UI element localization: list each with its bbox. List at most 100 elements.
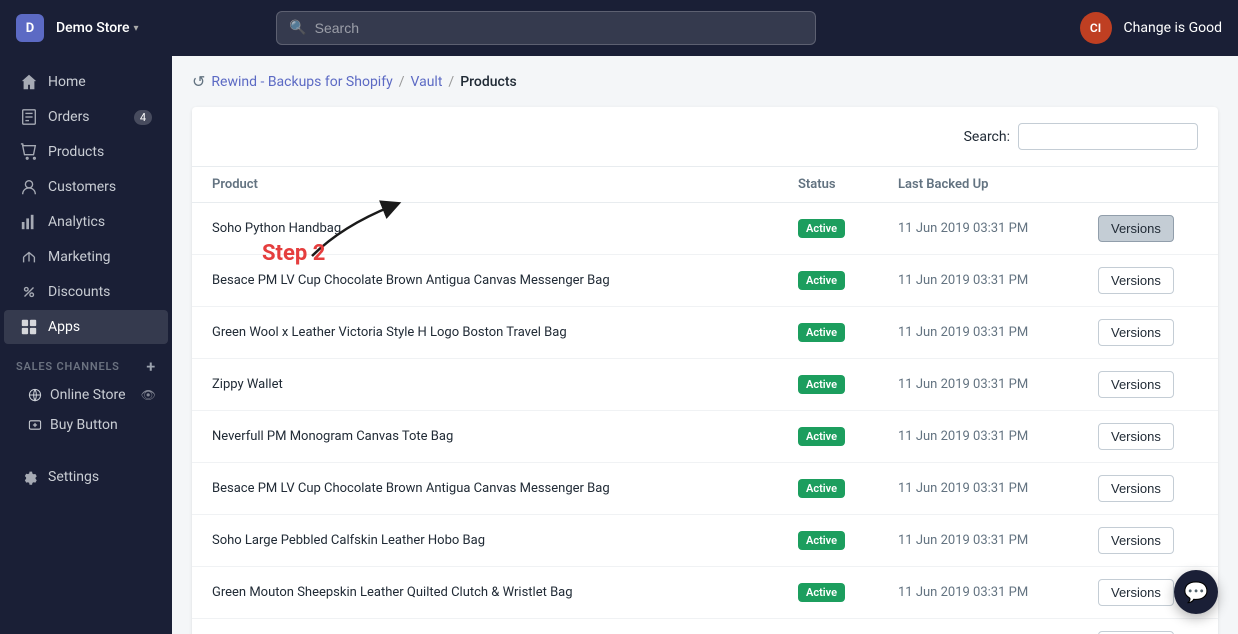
chat-bubble[interactable]: 💬 — [1174, 570, 1218, 614]
sidebar-item-label-orders: Orders — [48, 109, 90, 125]
store-name-button[interactable]: Demo Store ▾ — [56, 20, 139, 36]
sidebar-item-label-analytics: Analytics — [48, 214, 105, 230]
store-chevron-icon: ▾ — [134, 23, 139, 34]
versions-button[interactable]: Versions — [1098, 527, 1174, 554]
sidebar-item-label-products: Products — [48, 144, 104, 160]
status-cell: Active — [798, 427, 898, 446]
add-sales-channel-icon[interactable]: + — [146, 357, 156, 376]
search-input[interactable] — [315, 20, 804, 36]
breadcrumb: ↺ Rewind - Backups for Shopify / Vault /… — [172, 56, 1238, 107]
status-badge: Active — [798, 531, 845, 550]
nav-right: CI Change is Good — [1080, 12, 1222, 44]
versions-button[interactable]: Versions — [1098, 579, 1174, 606]
buy-button-icon — [28, 418, 42, 432]
col-actions — [1098, 177, 1198, 192]
versions-cell: Versions — [1098, 215, 1198, 242]
content-area: Step 2 ↺ Rewind - Backups for Shopify / … — [172, 56, 1238, 634]
status-badge: Active — [798, 271, 845, 290]
versions-button[interactable]: Versions — [1098, 267, 1174, 294]
sidebar-item-orders[interactable]: Orders 4 — [4, 100, 168, 134]
versions-cell: Versions — [1098, 423, 1198, 450]
marketing-icon — [20, 248, 38, 266]
sidebar-item-marketing[interactable]: Marketing — [4, 240, 168, 274]
eye-icon[interactable]: 👁 — [141, 388, 156, 402]
versions-cell: Versions — [1098, 527, 1198, 554]
apps-icon — [20, 318, 38, 336]
table-row: Green Wool x Leather Victoria Style H Lo… — [192, 307, 1218, 359]
sidebar-item-apps[interactable]: Apps — [4, 310, 168, 344]
sidebar-item-online-store[interactable]: Online Store 👁 — [0, 380, 172, 410]
versions-button[interactable]: Versions — [1098, 319, 1174, 346]
global-search-bar[interactable]: 🔍 — [276, 11, 816, 45]
table-row: Green Mouton Sheepskin Leather Quilted C… — [192, 567, 1218, 619]
date-cell: 11 Jun 2019 03:31 PM — [898, 221, 1098, 236]
versions-button[interactable]: Versions — [1098, 423, 1174, 450]
status-cell: Active — [798, 531, 898, 550]
table-body: Soho Python Handbag Active 11 Jun 2019 0… — [192, 203, 1218, 634]
versions-button[interactable]: Versions — [1098, 475, 1174, 502]
home-icon — [20, 73, 38, 91]
sidebar-item-home[interactable]: Home — [4, 65, 168, 99]
versions-button[interactable]: Versions — [1098, 215, 1174, 242]
sidebar-item-discounts[interactable]: Discounts — [4, 275, 168, 309]
status-cell: Active — [798, 583, 898, 602]
card-toolbar: Search: — [192, 107, 1218, 167]
analytics-icon — [20, 213, 38, 231]
products-card: Search: Product Status Last Backed Up So… — [192, 107, 1218, 634]
breadcrumb-current: Products — [460, 74, 517, 90]
status-badge: Active — [798, 323, 845, 342]
date-cell: 11 Jun 2019 03:31 PM — [898, 585, 1098, 600]
col-product: Product — [212, 177, 798, 192]
col-status: Status — [798, 177, 898, 192]
date-cell: 11 Jun 2019 03:31 PM — [898, 273, 1098, 288]
status-badge: Active — [798, 479, 845, 498]
products-icon — [20, 143, 38, 161]
sidebar-item-label-customers: Customers — [48, 179, 116, 195]
product-name: Besace PM LV Cup Chocolate Brown Antigua… — [212, 481, 798, 496]
status-badge: Active — [798, 427, 845, 446]
table-row: Soho Large Pebbled Calfskin Leather Hobo… — [192, 515, 1218, 567]
sidebar-item-settings[interactable]: Settings — [4, 460, 168, 494]
product-name: Besace PM LV Cup Chocolate Brown Antigua… — [212, 273, 798, 288]
status-cell: Active — [798, 479, 898, 498]
sidebar-item-analytics[interactable]: Analytics — [4, 205, 168, 239]
search-label: Search: — [964, 129, 1010, 145]
table-search-input[interactable] — [1018, 123, 1198, 150]
sidebar-item-label-settings: Settings — [48, 469, 99, 485]
search-icon: 🔍 — [289, 20, 306, 36]
product-name: Neverfull PM Monogram Canvas Tote Bag — [212, 429, 798, 444]
sidebar-sub-item-label-buy-button: Buy Button — [50, 417, 118, 433]
breadcrumb-vault[interactable]: Vault — [410, 74, 442, 90]
date-cell: 11 Jun 2019 03:31 PM — [898, 481, 1098, 496]
orders-icon — [20, 108, 38, 126]
date-cell: 11 Jun 2019 03:31 PM — [898, 377, 1098, 392]
table-row: Zippy Wallet Active 11 Jun 2019 03:31 PM… — [192, 359, 1218, 411]
sidebar-item-buy-button[interactable]: Buy Button — [0, 410, 172, 440]
table-row: Soho Grained Leather Shoulder Bag Active… — [192, 619, 1218, 634]
versions-cell: Versions — [1098, 475, 1198, 502]
breadcrumb-rewind[interactable]: Rewind - Backups for Shopify — [211, 74, 392, 90]
versions-cell: Versions — [1098, 319, 1198, 346]
sidebar-item-label-discounts: Discounts — [48, 284, 110, 300]
product-name: Green Wool x Leather Victoria Style H Lo… — [212, 325, 798, 340]
rewind-icon: ↺ — [192, 72, 205, 91]
orders-badge: 4 — [134, 110, 152, 125]
versions-cell: Versions — [1098, 371, 1198, 398]
main-layout: Home Orders 4 Products Customers Analyti… — [0, 56, 1238, 634]
discounts-icon — [20, 283, 38, 301]
table-row: Besace PM LV Cup Chocolate Brown Antigua… — [192, 255, 1218, 307]
user-name: Change is Good — [1124, 20, 1222, 36]
sidebar-item-products[interactable]: Products — [4, 135, 168, 169]
status-badge: Active — [798, 375, 845, 394]
breadcrumb-sep1: / — [399, 74, 405, 90]
settings-icon — [20, 468, 38, 486]
sidebar-item-label-home: Home — [48, 74, 86, 90]
online-store-icon — [28, 388, 42, 402]
avatar: CI — [1080, 12, 1112, 44]
sidebar-item-customers[interactable]: Customers — [4, 170, 168, 204]
versions-button[interactable]: Versions — [1098, 371, 1174, 398]
sidebar-item-label-marketing: Marketing — [48, 249, 111, 265]
versions-cell: Versions — [1098, 267, 1198, 294]
col-last-backed-up: Last Backed Up — [898, 177, 1098, 192]
table-header: Product Status Last Backed Up — [192, 167, 1218, 203]
